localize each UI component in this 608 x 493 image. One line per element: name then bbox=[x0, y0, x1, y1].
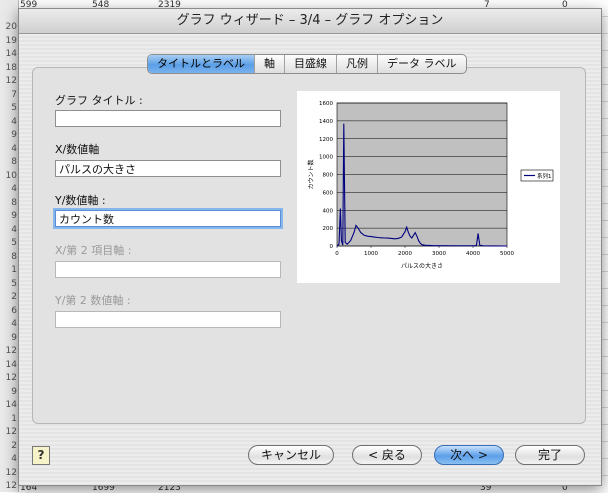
x-tick-label: 3000 bbox=[432, 251, 446, 257]
row-number: 4 bbox=[11, 143, 17, 154]
y-tick-label: 800 bbox=[323, 173, 334, 179]
row-number: 9 bbox=[11, 130, 17, 140]
row-number: 2 bbox=[11, 292, 17, 302]
y-tick-label: 0 bbox=[330, 244, 334, 250]
x-tick-label: 4000 bbox=[466, 251, 480, 257]
row-number: 1 bbox=[11, 265, 17, 275]
x-tick-label: 0 bbox=[335, 251, 339, 257]
y2-axis-input bbox=[55, 311, 281, 328]
x2-axis-input bbox=[55, 261, 281, 278]
row-number: 12 bbox=[5, 346, 17, 356]
row-number: 12 bbox=[5, 481, 17, 491]
x-tick-label: 1000 bbox=[364, 251, 378, 257]
tab-titles-and-labels[interactable]: タイトルとラベル bbox=[148, 55, 254, 73]
row-number: 19 bbox=[5, 35, 17, 46]
row-number: 5 bbox=[11, 103, 17, 113]
tab-bar: タイトルとラベル 軸 目盛線 凡例 データ ラベル bbox=[147, 54, 467, 74]
chart-title-input[interactable] bbox=[55, 110, 281, 127]
y-axis-title: カウント数 bbox=[307, 159, 315, 189]
row-number: 14 bbox=[5, 359, 17, 370]
row-number: 5 bbox=[11, 278, 17, 289]
x-axis-title: パルスの大きさ bbox=[401, 262, 443, 270]
row-number: 14 bbox=[5, 400, 17, 410]
row-number: 12 bbox=[5, 76, 17, 86]
tab-axes[interactable]: 軸 bbox=[254, 55, 284, 73]
row-number: 12 bbox=[5, 427, 17, 437]
row-number: 9 bbox=[11, 211, 17, 221]
x2-axis-label: X/第 2 項目軸 : bbox=[55, 244, 132, 257]
chart-wizard-dialog: グラフ ウィザード – 3/4 – グラフ オプション タイトルとラベル 軸 目… bbox=[18, 8, 602, 486]
row-number: 9 bbox=[11, 386, 17, 397]
tab-gridlines[interactable]: 目盛線 bbox=[284, 55, 336, 73]
x-tick-label: 5000 bbox=[500, 251, 514, 257]
cancel-button[interactable]: キャンセル bbox=[248, 445, 334, 465]
row-number: 6 bbox=[11, 305, 17, 316]
dialog-title: グラフ ウィザード – 3/4 – グラフ オプション bbox=[19, 9, 601, 34]
y-tick-label: 600 bbox=[323, 190, 334, 196]
y-tick-label: 200 bbox=[323, 226, 334, 232]
help-icon[interactable]: ? bbox=[32, 446, 50, 465]
row-number: 4 bbox=[11, 224, 17, 235]
row-number: 4 bbox=[11, 454, 17, 464]
y-tick-label: 400 bbox=[323, 208, 334, 214]
x-axis-label: X/数値軸 bbox=[55, 143, 100, 156]
row-number: 4 bbox=[11, 319, 17, 329]
y2-axis-label: Y/第 2 数値軸 : bbox=[55, 294, 131, 307]
chart-preview: 0 200 400 600 800 1000 1200 1400 1600 0 1000 2000 30… bbox=[297, 91, 560, 283]
finish-button[interactable]: 完了 bbox=[515, 445, 585, 465]
row-number: 12 bbox=[5, 373, 17, 383]
row-number: 4 bbox=[11, 184, 17, 194]
row-number: 8 bbox=[11, 197, 17, 208]
y-tick-label: 1000 bbox=[319, 155, 333, 161]
row-number: 4 bbox=[11, 116, 17, 127]
row-number: 2 bbox=[11, 440, 17, 451]
tab-legend[interactable]: 凡例 bbox=[336, 55, 377, 73]
y-axis-label: Y/数値軸 : bbox=[55, 194, 106, 207]
y-tick-label: 1600 bbox=[319, 101, 333, 107]
next-button[interactable]: 次へ > bbox=[434, 445, 504, 465]
row-number: 20 bbox=[5, 22, 17, 32]
chart-preview-svg: 0 200 400 600 800 1000 1200 1400 1600 0 1000 2000 30… bbox=[307, 101, 554, 270]
back-button[interactable]: < 戻る bbox=[352, 445, 422, 465]
row-number: 10 bbox=[5, 170, 17, 181]
y-tick-label: 1200 bbox=[319, 137, 333, 143]
legend-label: 系列1 bbox=[537, 172, 552, 180]
row-number: 7 bbox=[11, 89, 17, 100]
row-number: 9 bbox=[11, 332, 17, 343]
row-number: 8 bbox=[11, 251, 17, 262]
row-number: 18 bbox=[5, 62, 17, 73]
row-number: 12 bbox=[5, 467, 17, 478]
row-number: 14 bbox=[5, 49, 17, 59]
row-number: 8 bbox=[11, 157, 17, 167]
row-number: 1 bbox=[11, 413, 17, 424]
x-tick-label: 2000 bbox=[398, 251, 412, 257]
y-axis-input[interactable]: カウント数 bbox=[55, 210, 281, 227]
y-tick-label: 1400 bbox=[319, 119, 333, 125]
row-number: 5 bbox=[11, 238, 17, 248]
tab-data-labels[interactable]: データ ラベル bbox=[377, 55, 466, 73]
x-axis-input[interactable]: パルスの大きさ bbox=[55, 160, 281, 177]
chart-title-label: グラフ タイトル : bbox=[55, 94, 143, 107]
